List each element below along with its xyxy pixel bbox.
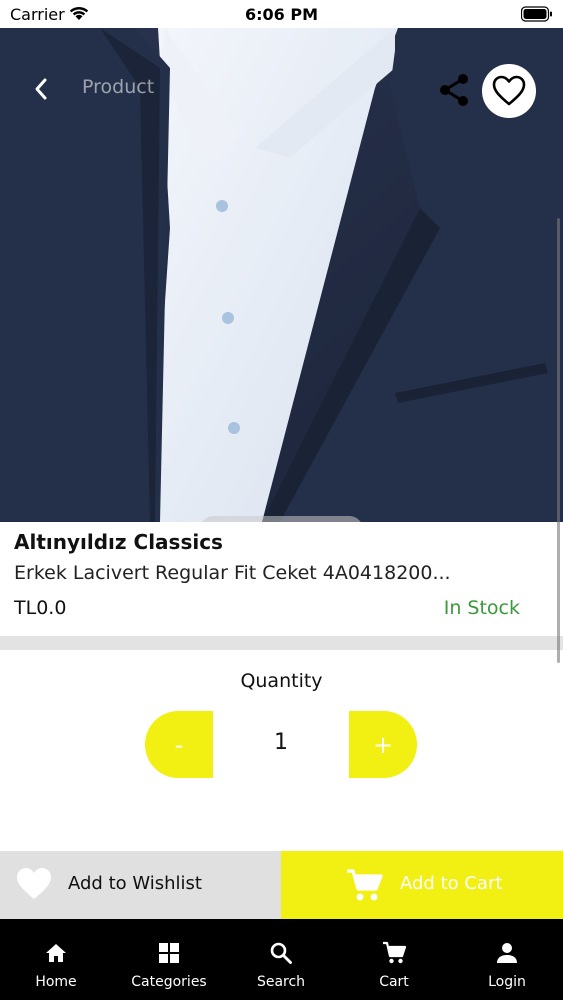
- product-photo: [0, 28, 563, 522]
- grid-icon: [159, 943, 179, 963]
- product-name: Erkek Lacivert Regular Fit Ceket 4A04182…: [14, 562, 451, 584]
- home-icon: [46, 944, 66, 962]
- product-brand: Altınyıldız Classics: [14, 530, 223, 554]
- cart-icon: [347, 869, 383, 901]
- add-to-cart-button[interactable]: Add to Cart: [281, 851, 563, 919]
- quantity-decrease-button[interactable]: -: [145, 711, 213, 778]
- heart-icon: [17, 868, 51, 899]
- tab-login[interactable]: Login: [451, 919, 563, 1000]
- stock-status: In Stock: [443, 597, 520, 619]
- product-info: Altınyıldız Classics Erkek Lacivert Regu…: [0, 522, 563, 636]
- product-price: TL0.0: [14, 597, 67, 619]
- cart-label: Add to Cart: [400, 873, 503, 894]
- tab-label-home: Home: [35, 974, 77, 990]
- favorite-button[interactable]: [482, 64, 536, 118]
- tab-home[interactable]: Home: [0, 919, 112, 1000]
- quantity-value: 1: [274, 730, 288, 755]
- nav-title: Product: [82, 76, 155, 98]
- cart-icon: [383, 941, 406, 964]
- product-image-carousel[interactable]: Product: [0, 28, 563, 522]
- wishlist-label: Add to Wishlist: [68, 873, 202, 894]
- bottom-tab-bar: Home Categories Search Cart Login: [0, 919, 563, 1000]
- battery-icon: [521, 6, 552, 22]
- tab-search[interactable]: Search: [225, 919, 337, 1000]
- status-bar: Carrier 6:06 PM: [0, 0, 563, 28]
- quantity-label: Quantity: [240, 670, 323, 692]
- search-icon: [270, 942, 292, 964]
- share-icon[interactable]: [436, 72, 472, 108]
- tab-label-login: Login: [488, 974, 526, 990]
- quantity-increase-button[interactable]: +: [349, 711, 417, 778]
- tab-label-search: Search: [256, 974, 306, 990]
- back-chevron-icon[interactable]: [28, 74, 54, 104]
- heart-outline-icon: [492, 75, 526, 106]
- tab-categories[interactable]: Categories: [113, 919, 225, 1000]
- section-divider: [0, 636, 563, 650]
- tab-label-categories: Categories: [131, 974, 207, 990]
- tab-label-cart: Cart: [379, 974, 409, 990]
- status-time: 6:06 PM: [244, 5, 318, 24]
- person-icon: [497, 943, 517, 963]
- tab-cart[interactable]: Cart: [338, 919, 450, 1000]
- add-to-wishlist-button[interactable]: Add to Wishlist: [0, 851, 281, 919]
- scroll-indicator[interactable]: [557, 218, 560, 663]
